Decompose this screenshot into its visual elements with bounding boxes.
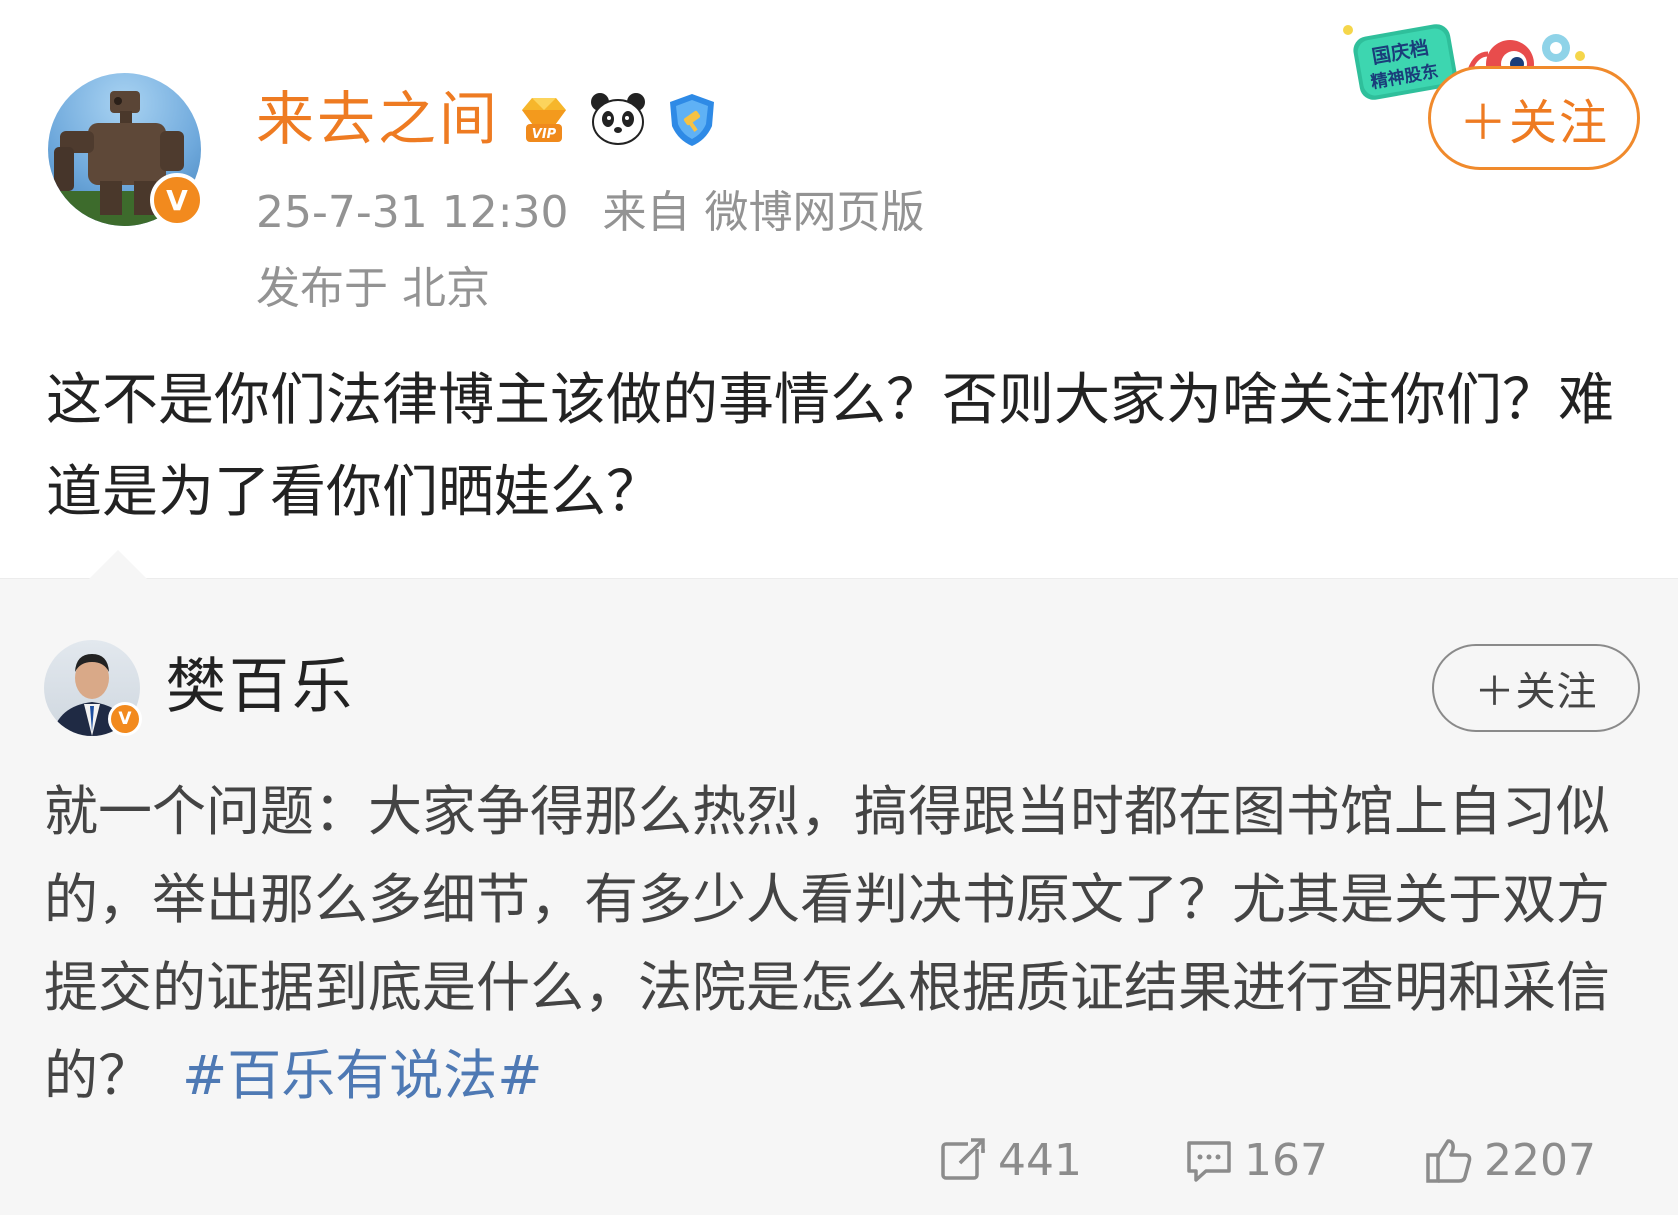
comment-icon (1187, 1141, 1231, 1182)
quote-divider (0, 578, 1678, 579)
verified-v-icon: V (150, 173, 204, 227)
post-meta: 25-7-31 12:30 来自 微博网页版 (256, 186, 925, 240)
thumbs-up-icon (1426, 1139, 1472, 1183)
post-content: 这不是你们法律博主该做的事情么？否则大家为啥关注你们？难道是为了看你们晒娃么？ (46, 368, 1614, 525)
quoted-post[interactable]: V 樊百乐 ＋关注 就一个问题：大家争得那么热烈，搞得跟当时都在图书馆上自习似的… (0, 550, 1678, 1215)
quoted-content: 就一个问题：大家争得那么热烈，搞得跟当时都在图书馆上自习似的，举出那么多细节，有… (44, 768, 1644, 1120)
post-source: 来自 微博网页版 (602, 187, 925, 238)
repost-button[interactable]: 441 (938, 1130, 1082, 1190)
post-time: 25-7-31 12:30 (256, 187, 569, 238)
comment-count: 167 (1244, 1134, 1328, 1186)
follow-button[interactable]: ＋关注 (1428, 66, 1640, 170)
user-badges: VIP (514, 88, 722, 152)
verified-v-icon: V (108, 702, 142, 736)
main-post: V 来去之间 VIP 25-7-31 12:30 来自 微博网页版 发布于 北京… (0, 0, 1678, 578)
panda-icon[interactable] (588, 90, 648, 150)
shield-icon[interactable] (662, 90, 722, 150)
post-location: 发布于 北京 (256, 263, 490, 314)
quoted-username[interactable]: 樊百乐 (166, 652, 355, 722)
quote-pointer (88, 550, 148, 580)
comment-button[interactable]: 167 (1184, 1130, 1328, 1190)
action-bar: 441 167 2207 (0, 1130, 1678, 1190)
like-button[interactable]: 2207 (1424, 1130, 1596, 1190)
quoted-follow-button[interactable]: ＋关注 (1432, 644, 1640, 732)
vip-diamond-icon[interactable]: VIP (514, 90, 574, 150)
username[interactable]: 来去之间 (256, 84, 500, 154)
repost-count: 441 (998, 1134, 1082, 1186)
like-count: 2207 (1484, 1134, 1596, 1186)
svg-text:VIP: VIP (532, 127, 557, 142)
repost-icon (941, 1137, 986, 1180)
avatar[interactable]: V (48, 73, 204, 227)
hashtag-link[interactable]: #百乐有说法# (182, 1044, 543, 1107)
quoted-avatar[interactable]: V (44, 640, 142, 736)
